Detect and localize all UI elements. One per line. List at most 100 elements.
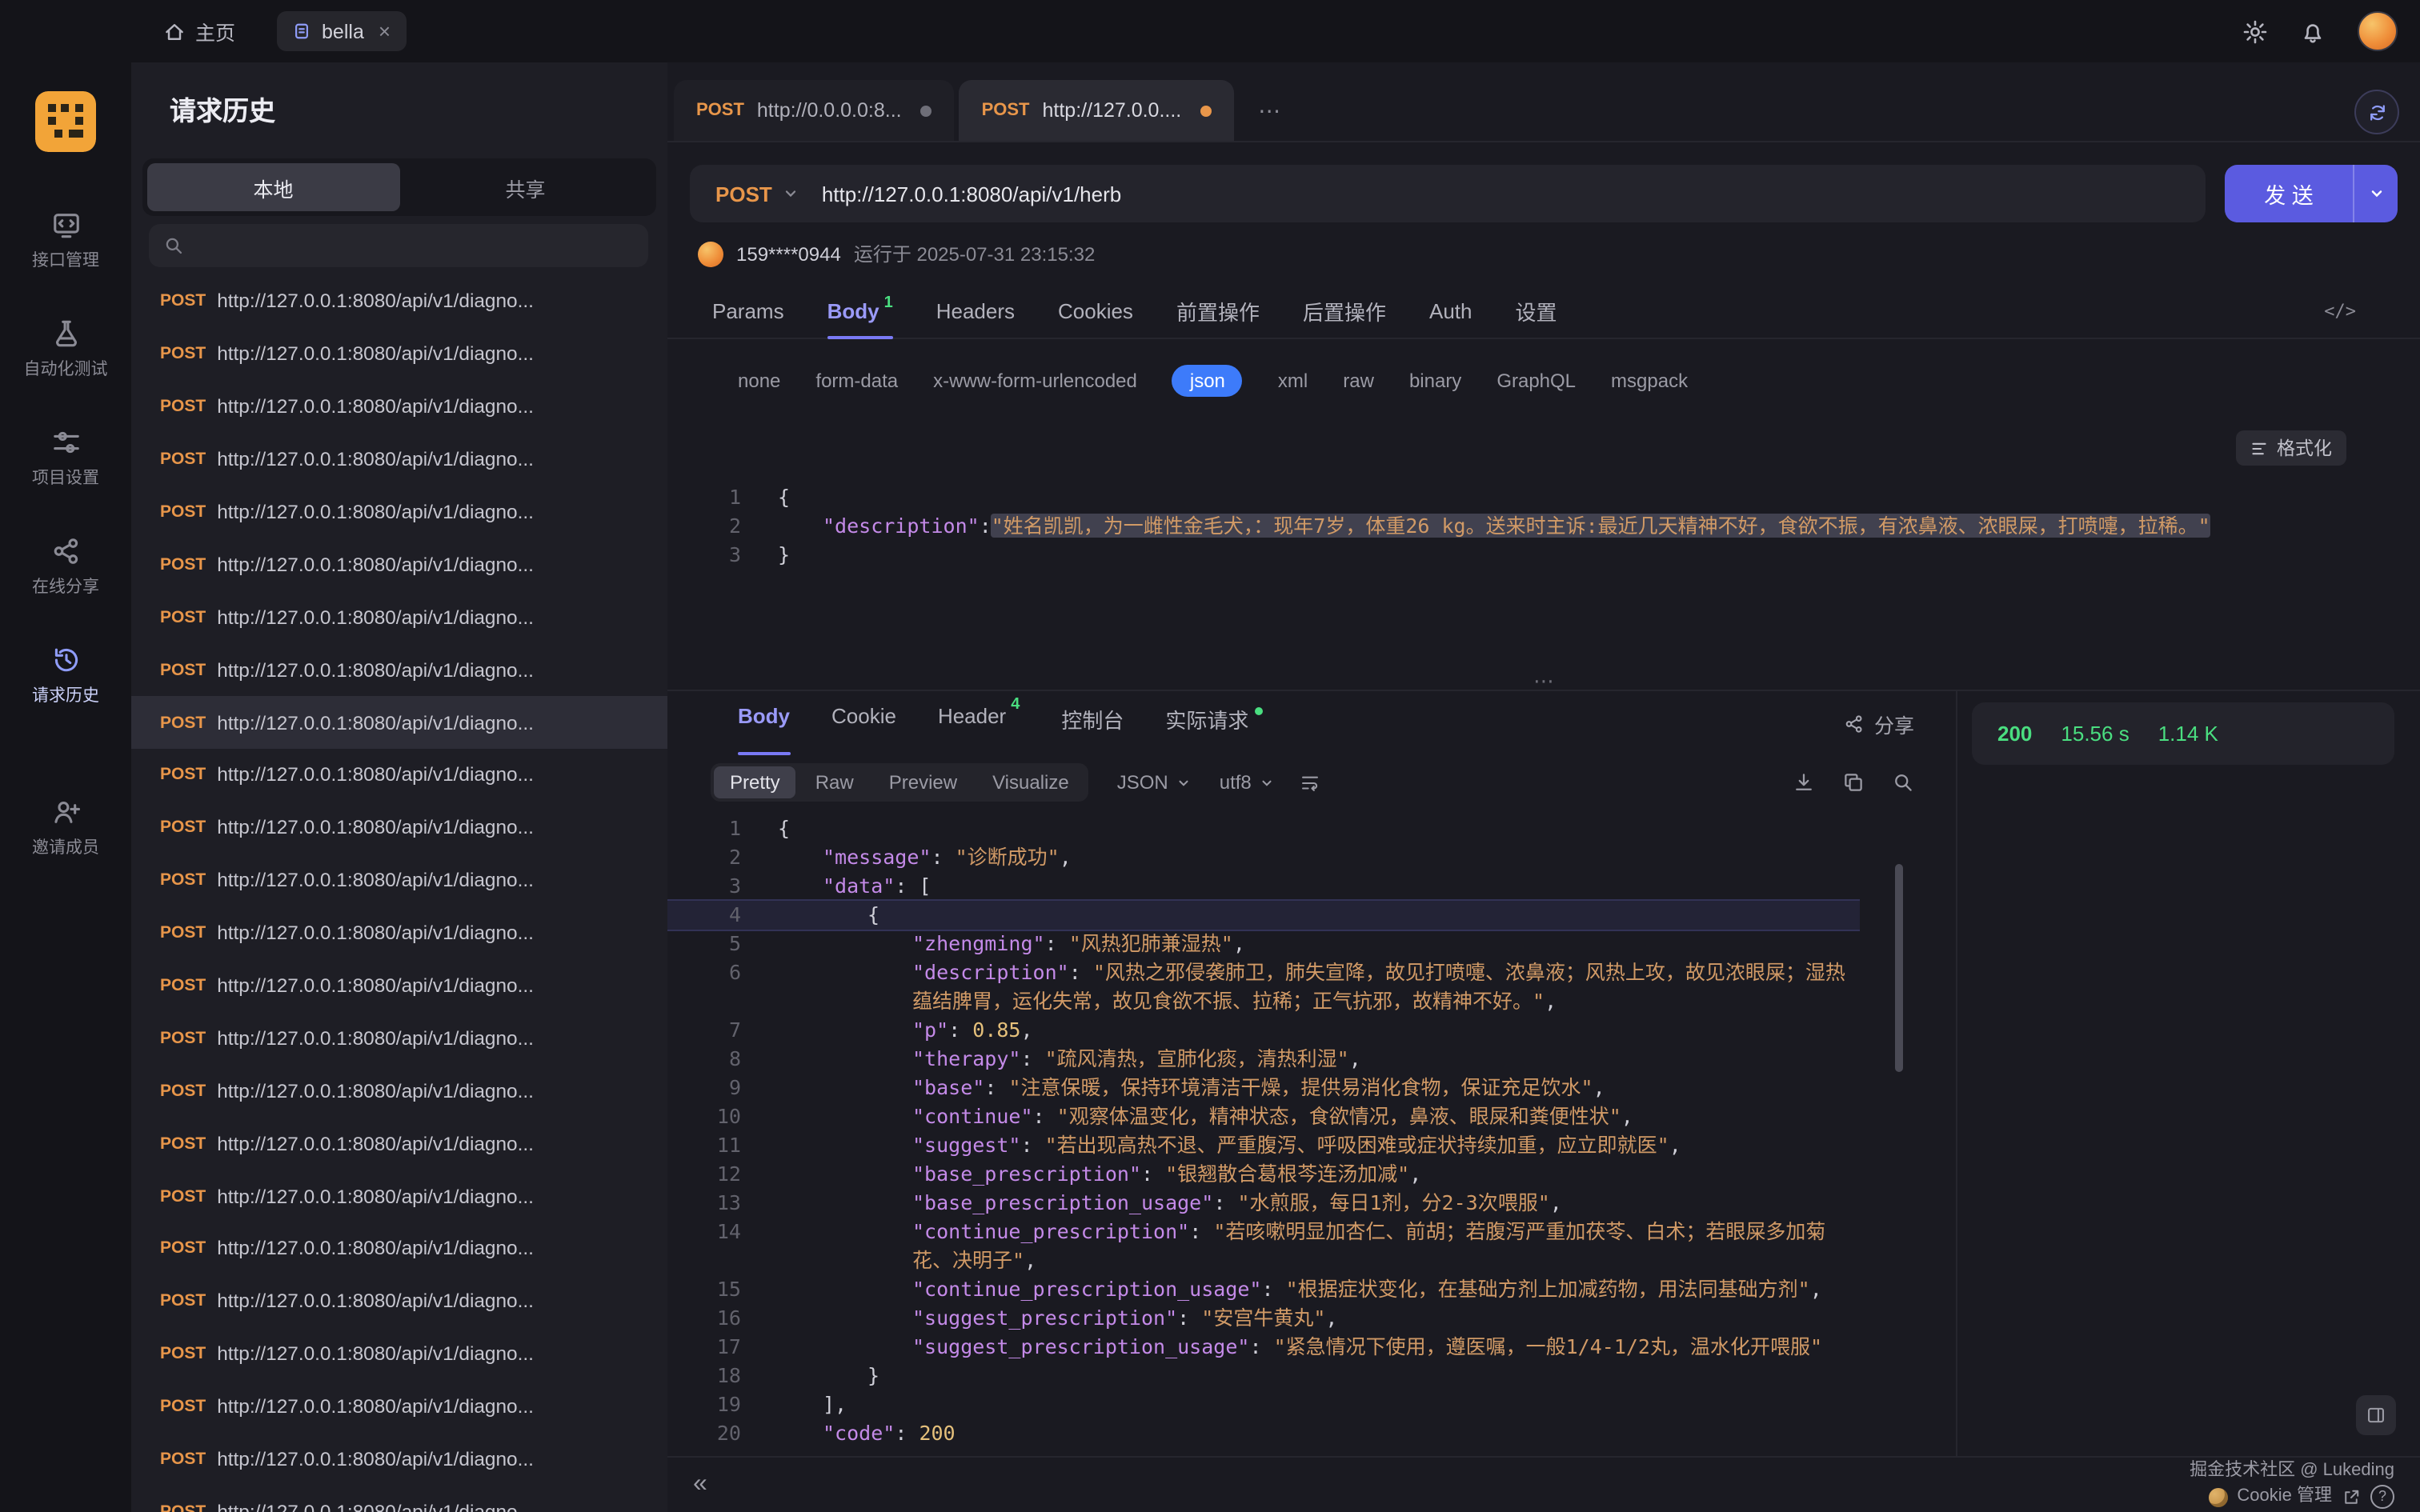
request-tab-2[interactable]: POST http://127.0.0.... <box>960 80 1235 141</box>
view-preview[interactable]: Preview <box>873 766 973 798</box>
send-button[interactable]: 发 送 <box>2225 165 2398 222</box>
tab-auth[interactable]: Auth <box>1429 285 1472 338</box>
history-item[interactable]: POSThttp://127.0.0.1:8080/api/v1/diagno.… <box>131 328 667 381</box>
sidebar-item-project-settings[interactable]: 项目设置 <box>32 427 99 490</box>
sidebar-item-api-manage[interactable]: 接口管理 <box>32 210 99 272</box>
view-raw[interactable]: Raw <box>799 766 870 798</box>
tab-headers[interactable]: Headers <box>936 285 1015 338</box>
request-url: http://127.0.0.1:8080/api/v1/diagno... <box>217 1185 534 1207</box>
sidebar-item-online-share[interactable]: 在线分享 <box>32 536 99 598</box>
tab-response-header[interactable]: Header4 <box>938 691 1020 755</box>
request-tab-url: http://0.0.0.0:8... <box>757 99 902 122</box>
tab-response-body[interactable]: Body <box>738 691 790 755</box>
code-view-icon[interactable]: </> <box>2324 301 2356 322</box>
history-item[interactable]: POSThttp://127.0.0.1:8080/api/v1/diagno.… <box>131 1486 667 1512</box>
body-type-xml[interactable]: xml <box>1278 370 1308 392</box>
user-avatar[interactable] <box>2358 11 2398 51</box>
collapse-sidebar-icon[interactable]: « <box>693 1470 707 1499</box>
sync-refresh-icon[interactable] <box>2354 90 2399 134</box>
format-select[interactable]: JSON <box>1117 771 1191 794</box>
body-type-binary[interactable]: binary <box>1409 370 1461 392</box>
panel-splitter[interactable]: ⋯ <box>667 674 2420 690</box>
request-body-code[interactable]: 1{2"description":"姓名凯凯，为一雌性金毛犬，：现年7岁，体重2… <box>667 483 2391 570</box>
tab-settings[interactable]: 设置 <box>1516 285 1557 338</box>
sidebar-item-request-history[interactable]: 请求历史 <box>32 645 99 707</box>
history-item[interactable]: POSThttp://127.0.0.1:8080/api/v1/diagno.… <box>131 1065 667 1118</box>
history-item[interactable]: POSThttp://127.0.0.1:8080/api/v1/diagno.… <box>131 381 667 434</box>
tab-response-cookie[interactable]: Cookie <box>831 691 896 755</box>
tab-cookies[interactable]: Cookies <box>1058 285 1133 338</box>
copy-icon[interactable] <box>1842 771 1865 794</box>
sidebar-item-invite-member[interactable]: 邀请成员 <box>32 797 99 859</box>
home-button[interactable]: 主页 <box>163 16 235 46</box>
line-number: 20 <box>667 1419 741 1448</box>
tab-actual-request[interactable]: 实际请求 <box>1165 691 1263 755</box>
history-item[interactable]: POSThttp://127.0.0.1:8080/api/v1/diagno.… <box>131 433 667 486</box>
url-input[interactable] <box>819 180 2206 207</box>
layout-toggle-icon[interactable] <box>2356 1395 2396 1435</box>
search-response-icon[interactable] <box>1892 771 1914 794</box>
open-tab-bella[interactable]: bella × <box>277 11 407 51</box>
history-item[interactable]: POSThttp://127.0.0.1:8080/api/v1/diagno.… <box>131 959 667 1012</box>
history-item[interactable]: POSThttp://127.0.0.1:8080/api/v1/diagno.… <box>131 749 667 802</box>
body-type-urlencoded[interactable]: x-www-form-urlencoded <box>933 370 1137 392</box>
share-button[interactable]: 分享 <box>1844 708 1914 738</box>
bell-icon[interactable] <box>2300 18 2326 44</box>
body-type-graphql[interactable]: GraphQL <box>1496 370 1576 392</box>
history-item[interactable]: POSThttp://127.0.0.1:8080/api/v1/diagno.… <box>131 1275 667 1328</box>
history-item[interactable]: POSThttp://127.0.0.1:8080/api/v1/diagno.… <box>131 1012 667 1065</box>
request-body-editor[interactable]: 格式化 1{2"description":"姓名凯凯，为一雌性金毛犬，：现年7岁… <box>667 403 2420 674</box>
history-item[interactable]: POSThttp://127.0.0.1:8080/api/v1/diagno.… <box>131 696 667 749</box>
body-type-form-data[interactable]: form-data <box>815 370 898 392</box>
more-tabs-icon[interactable]: ⋯ <box>1239 80 1300 141</box>
history-item[interactable]: POSThttp://127.0.0.1:8080/api/v1/diagno.… <box>131 1380 667 1433</box>
scrollbar-thumb[interactable] <box>1895 864 1903 1072</box>
history-item[interactable]: POSThttp://127.0.0.1:8080/api/v1/diagno.… <box>131 591 667 644</box>
method-select[interactable]: POST <box>690 182 819 206</box>
body-type-none[interactable]: none <box>738 370 780 392</box>
download-icon[interactable] <box>1793 771 1815 794</box>
line-number: 13 <box>667 1189 741 1218</box>
cookie-manage-label[interactable]: Cookie 管理 <box>2237 1486 2332 1507</box>
history-item[interactable]: POSThttp://127.0.0.1:8080/api/v1/diagno.… <box>131 538 667 591</box>
history-item[interactable]: POSThttp://127.0.0.1:8080/api/v1/diagno.… <box>131 1433 667 1486</box>
tab-pre-ops[interactable]: 前置操作 <box>1176 285 1260 338</box>
history-item[interactable]: POSThttp://127.0.0.1:8080/api/v1/diagno.… <box>131 1328 667 1381</box>
gear-icon[interactable] <box>2242 18 2268 44</box>
view-pretty[interactable]: Pretty <box>714 766 796 798</box>
history-item[interactable]: POSThttp://127.0.0.1:8080/api/v1/diagno.… <box>131 1222 667 1275</box>
tab-local[interactable]: 本地 <box>147 163 399 211</box>
request-tab-1[interactable]: POST http://0.0.0.0:8... <box>674 80 955 141</box>
history-item[interactable]: POSThttp://127.0.0.1:8080/api/v1/diagno.… <box>131 906 667 959</box>
tab-post-ops[interactable]: 后置操作 <box>1303 285 1386 338</box>
wrap-lines-icon[interactable] <box>1300 772 1320 793</box>
tab-params[interactable]: Params <box>712 285 784 338</box>
tab-body[interactable]: Body1 <box>827 285 893 338</box>
history-search-input[interactable] <box>194 233 634 258</box>
response-scrollbar[interactable] <box>1895 822 1903 1445</box>
help-icon[interactable]: ? <box>2370 1485 2394 1509</box>
history-item[interactable]: POSThttp://127.0.0.1:8080/api/v1/diagno.… <box>131 643 667 696</box>
view-visualize[interactable]: Visualize <box>976 766 1085 798</box>
history-item[interactable]: POSThttp://127.0.0.1:8080/api/v1/diagno.… <box>131 854 667 907</box>
body-type-msgpack[interactable]: msgpack <box>1611 370 1688 392</box>
send-options-chevron-icon[interactable] <box>2353 165 2398 222</box>
history-search[interactable] <box>149 224 648 267</box>
external-link-icon[interactable] <box>2342 1487 2361 1506</box>
tab-console[interactable]: 控制台 <box>1061 691 1124 755</box>
history-item[interactable]: POSThttp://127.0.0.1:8080/api/v1/diagno.… <box>131 275 667 328</box>
sidebar-item-auto-test[interactable]: 自动化测试 <box>24 318 108 381</box>
history-item[interactable]: POSThttp://127.0.0.1:8080/api/v1/diagno.… <box>131 802 667 854</box>
close-icon[interactable]: × <box>379 19 391 43</box>
tab-shared[interactable]: 共享 <box>399 163 651 211</box>
body-type-json[interactable]: json <box>1172 365 1243 397</box>
app-logo[interactable] <box>35 91 96 152</box>
history-item[interactable]: POSThttp://127.0.0.1:8080/api/v1/diagno.… <box>131 1170 667 1222</box>
format-button[interactable]: 格式化 <box>2235 430 2346 466</box>
method-value: POST <box>715 182 772 206</box>
history-item[interactable]: POSThttp://127.0.0.1:8080/api/v1/diagno.… <box>131 1118 667 1170</box>
body-type-raw[interactable]: raw <box>1343 370 1374 392</box>
history-item[interactable]: POSThttp://127.0.0.1:8080/api/v1/diagno.… <box>131 486 667 538</box>
send-label[interactable]: 发 送 <box>2225 165 2353 222</box>
encoding-select[interactable]: utf8 <box>1220 771 1274 794</box>
